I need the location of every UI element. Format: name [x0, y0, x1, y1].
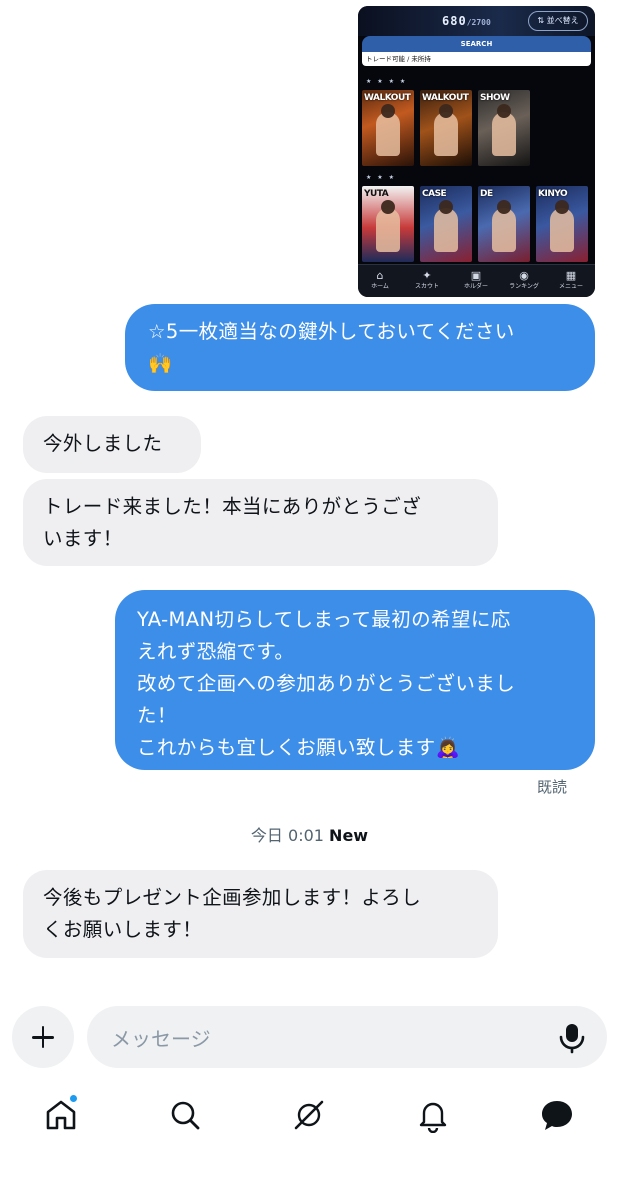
game-nav-ranking: ◉ ランキング: [504, 269, 544, 292]
message-text: います！: [43, 527, 123, 550]
notifications-icon: [419, 1102, 447, 1134]
incoming-message[interactable]: トレード来ました！本当にありがとうござ います！: [23, 479, 498, 566]
message-text: た！: [137, 704, 177, 727]
tab-grok[interactable]: [291, 1097, 327, 1133]
tab-notifications[interactable]: [415, 1097, 451, 1134]
outgoing-message[interactable]: YA-MAN切らしてしまって最初の希望に応 えれず恐縮です。 改めて企画への参加…: [115, 590, 595, 770]
message-text: 🙌: [148, 352, 173, 375]
search-bar: SEARCH: [362, 36, 591, 52]
tier-3-stars: ★ ★ ★: [366, 174, 396, 181]
card-count: 680/2700: [442, 14, 491, 28]
day-label: 今日: [250, 826, 283, 845]
game-nav-menu: ▦ メニュー: [551, 269, 591, 292]
message-text: ☆5一枚適当なの鍵外しておいてください: [148, 320, 515, 343]
message-text: YA-MAN切らしてしまって最初の希望に応: [137, 608, 511, 631]
filter-label: トレード可能 / 未所持: [362, 52, 591, 66]
add-attachment-button[interactable]: [12, 1006, 74, 1068]
player-card: KINYO: [536, 186, 588, 262]
message-input[interactable]: メッセージ: [87, 1006, 607, 1068]
incoming-message[interactable]: 今外しました: [23, 416, 201, 473]
tier-4-stars: ★ ★ ★ ★: [366, 78, 408, 85]
ranking-icon: ◉: [519, 269, 529, 282]
home-icon: ⌂: [376, 269, 384, 282]
image-attachment[interactable]: 680/2700 ⇅ 並べ替え SEARCH トレード可能 / 未所持 ★ ★ …: [358, 6, 595, 297]
time-label: 0:01: [288, 826, 324, 845]
game-nav-holder: ▣ ホルダー: [456, 269, 496, 292]
message-text: 改めて企画への参加ありがとうございまし: [137, 672, 516, 695]
game-nav-bar: ⌂ ホーム ✦ スカウト ▣ ホルダー ◉ ランキング ▦ メニュー: [358, 264, 595, 297]
new-label: New: [329, 826, 369, 845]
tab-search[interactable]: [167, 1097, 203, 1133]
player-card: CASE: [420, 186, 472, 262]
player-card: YUTA: [362, 186, 414, 262]
player-card: WALKOUT: [362, 90, 414, 166]
grok-icon: [294, 1100, 324, 1130]
message-text: えれず恐縮です。: [137, 640, 295, 663]
player-card: SHOW: [478, 90, 530, 166]
day-separator: 今日 0:01 New: [0, 822, 619, 846]
game-nav-scout: ✦ スカウト: [407, 269, 447, 292]
player-card: WALKOUT: [420, 90, 472, 166]
message-text: これからも宜しくお願い致します🙇‍♀️: [137, 736, 461, 759]
sort-button: ⇅ 並べ替え: [528, 11, 588, 31]
microphone-icon[interactable]: [557, 1022, 587, 1054]
scout-icon: ✦: [422, 269, 432, 282]
read-receipt: 既読: [537, 778, 568, 796]
game-nav-home: ⌂ ホーム: [360, 269, 400, 292]
tab-messages[interactable]: [539, 1097, 575, 1133]
message-text: トレード来ました！本当にありがとうござ: [43, 495, 422, 518]
incoming-message[interactable]: 今後もプレゼント企画参加します！よろし くお願いします！: [23, 870, 498, 958]
outgoing-message[interactable]: ☆5一枚適当なの鍵外しておいてください 🙌: [125, 304, 595, 391]
holder-icon: ▣: [470, 269, 482, 282]
message-text: 今後もプレゼント企画参加します！よろし: [43, 886, 422, 909]
menu-icon: ▦: [565, 269, 577, 282]
unread-dot: [69, 1094, 78, 1103]
messages-icon: [542, 1101, 572, 1130]
message-text: くお願いします！: [43, 918, 203, 941]
search-icon: [171, 1101, 200, 1130]
player-card: DE: [478, 186, 530, 262]
message-placeholder: メッセージ: [111, 1027, 211, 1051]
message-text: 今外しました: [43, 432, 163, 455]
